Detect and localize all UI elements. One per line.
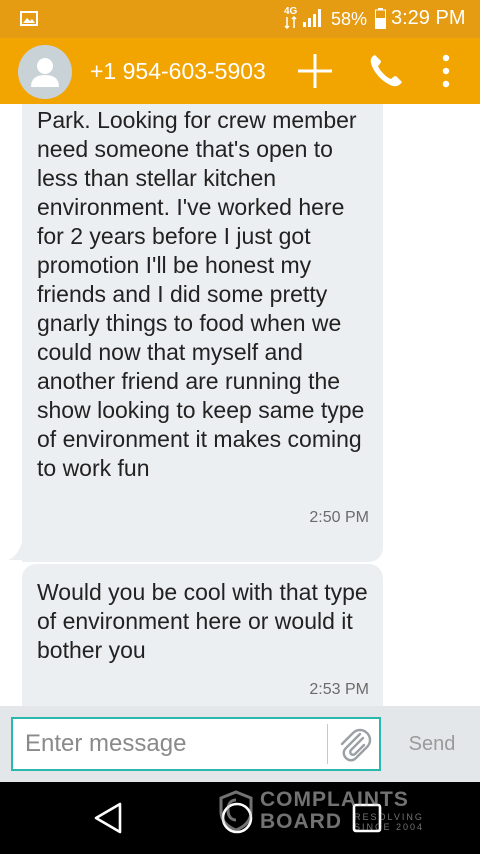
conversation-list[interactable]: Park. Looking for crew member need someo… [0, 104, 480, 706]
gallery-icon [20, 11, 38, 26]
more-vert-icon[interactable] [436, 52, 456, 90]
message-timestamp: 2:53 PM [309, 681, 369, 698]
status-bar: 4G 58% 3:29 PM [0, 0, 480, 38]
battery-icon [375, 8, 386, 29]
message-bubble[interactable]: Park. Looking for crew member need someo… [22, 104, 383, 562]
network-4g-icon: 4G [284, 6, 298, 30]
conversation-header: +1 954-603-5903 [0, 38, 480, 104]
plus-icon[interactable] [296, 52, 334, 90]
status-clock: 3:29 PM [391, 7, 466, 29]
message-text: Would you be cool with that type of envi… [37, 579, 368, 663]
back-icon[interactable] [92, 801, 126, 835]
paperclip-icon[interactable] [336, 726, 372, 764]
input-divider [327, 724, 328, 764]
message-bubble[interactable]: Would you be cool with that type of envi… [22, 564, 383, 706]
network-label: 4G [284, 6, 298, 17]
send-button[interactable]: Send [392, 726, 472, 762]
message-input[interactable] [11, 717, 381, 771]
signal-icon [303, 9, 321, 27]
watermark-line1: COMPLAINTS [260, 788, 409, 811]
watermark-tagline: RESOLVING SINCE 2004 [354, 812, 425, 832]
contact-avatar[interactable] [18, 45, 72, 99]
message-timestamp: 2:50 PM [309, 509, 369, 526]
avatar-icon [31, 58, 59, 87]
message-text: Park. Looking for crew member need someo… [37, 107, 365, 481]
complaints-board-watermark: COMPLAINTS BOARD RESOLVING SINCE 2004 [218, 786, 438, 838]
battery-percent: 58% [331, 9, 368, 29]
phone-icon[interactable] [366, 51, 406, 91]
watermark-line2: BOARD [260, 810, 342, 833]
composer-bar: Send [0, 706, 480, 782]
contact-name[interactable]: +1 954-603-5903 [90, 57, 266, 85]
shield-logo-icon [219, 790, 253, 832]
bubble-tail [8, 542, 22, 560]
